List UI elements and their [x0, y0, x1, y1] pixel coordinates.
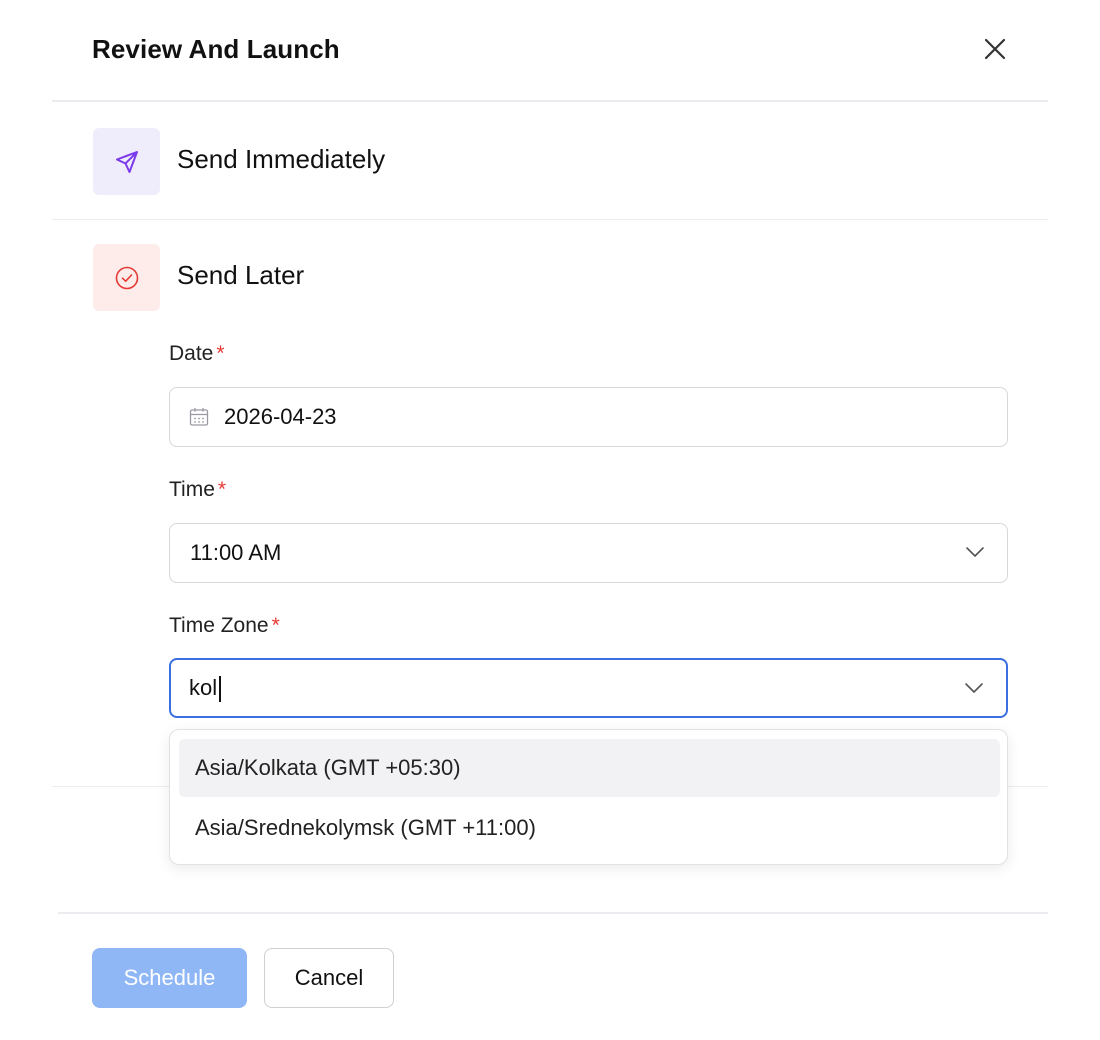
send-later-label[interactable]: Send Later [177, 260, 304, 291]
send-immediately-label[interactable]: Send Immediately [177, 144, 385, 175]
review-launch-modal: Review And Launch Send Immediately Send … [0, 0, 1100, 1040]
modal-header: Review And Launch [52, 0, 1048, 102]
timezone-dropdown: Asia/Kolkata (GMT +05:30) Asia/Srednekol… [169, 729, 1008, 865]
date-input[interactable]: 2026-04-23 [169, 387, 1008, 447]
modal-title: Review And Launch [92, 34, 340, 64]
footer-divider [58, 912, 1048, 914]
check-circle-icon [93, 244, 160, 311]
time-value: 11:00 AM [190, 540, 282, 565]
time-select[interactable]: 11:00 AM [169, 523, 1008, 583]
timezone-label: Time Zone * [169, 614, 280, 637]
send-immediately-option[interactable]: Send Immediately [52, 104, 1048, 220]
timezone-option-kolkata[interactable]: Asia/Kolkata (GMT +05:30) [179, 739, 1000, 797]
timezone-combobox[interactable] [169, 658, 1008, 718]
close-icon[interactable] [982, 36, 1008, 62]
time-label: Time * [169, 478, 227, 501]
chevron-down-icon[interactable] [964, 681, 984, 695]
text-caret [219, 676, 222, 702]
date-value: 2026-04-23 [224, 404, 337, 429]
send-later-option[interactable]: Send Later [52, 220, 1048, 336]
timezone-search-input[interactable] [171, 675, 931, 701]
timezone-option-srednekolymsk[interactable]: Asia/Srednekolymsk (GMT +11:00) [179, 799, 1000, 857]
cancel-button[interactable]: Cancel [264, 948, 394, 1008]
schedule-button[interactable]: Schedule [92, 948, 247, 1008]
chevron-down-icon [966, 547, 984, 557]
calendar-icon [189, 408, 209, 426]
date-label: Date * [169, 342, 225, 365]
send-icon [93, 128, 160, 195]
